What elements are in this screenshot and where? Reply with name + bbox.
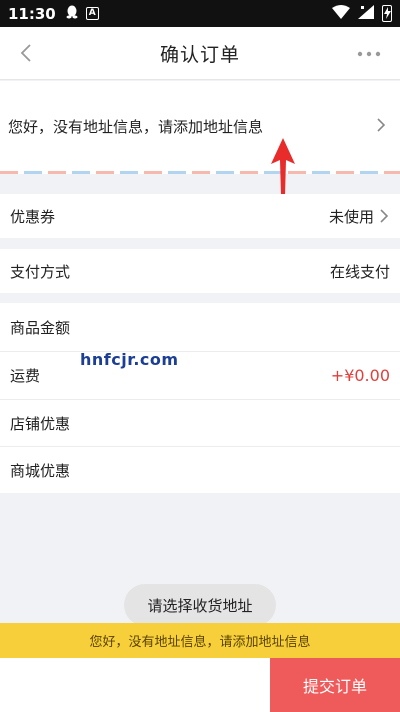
coupon-value: 未使用 xyxy=(329,206,390,227)
payment-label: 支付方式 xyxy=(10,262,71,281)
store-discount-label: 店铺优惠 xyxy=(10,414,71,433)
payment-value: 在线支付 xyxy=(329,262,390,281)
store-discount-row: 店铺优惠 xyxy=(0,400,400,446)
coupon-status: 未使用 xyxy=(328,207,374,226)
coupon-label: 优惠券 xyxy=(10,207,56,226)
chevron-right-icon xyxy=(380,209,389,223)
address-stripe-divider xyxy=(0,171,400,174)
mall-discount-label: 商城优惠 xyxy=(10,461,71,480)
submit-order-button[interactable]: 提交订单 xyxy=(270,658,400,712)
toast-message: 请选择收货地址 xyxy=(124,584,276,626)
wifi-icon xyxy=(332,4,350,23)
mall-discount-row: 商城优惠 xyxy=(0,447,400,493)
more-dots-icon xyxy=(357,51,381,57)
battery-charging-icon xyxy=(382,5,392,22)
goods-amount-row: 商品金额 xyxy=(0,303,400,351)
app-notification-icon: A xyxy=(85,7,99,20)
status-time: 11:30 xyxy=(8,4,56,23)
nav-bar: 确认订单 xyxy=(0,27,400,80)
status-bar: 11:30 A xyxy=(0,0,400,27)
qq-penguin-icon xyxy=(66,5,78,22)
address-prompt: 您好，没有地址信息，请添加地址信息 xyxy=(8,118,264,136)
chevron-left-icon xyxy=(20,44,31,62)
bottom-bar: 提交订单 xyxy=(0,658,400,712)
signal-icon xyxy=(358,4,374,23)
address-notice-bar: 您好，没有地址信息，请添加地址信息 xyxy=(0,623,400,658)
chevron-right-icon xyxy=(374,115,388,135)
more-button[interactable] xyxy=(356,46,382,60)
watermark: hnfcjr.com xyxy=(80,350,179,369)
goods-amount-label: 商品金额 xyxy=(10,318,71,337)
shipping-value: +¥0.00 xyxy=(330,366,390,385)
payment-method-row[interactable]: 支付方式 在线支付 xyxy=(0,249,400,293)
coupon-row[interactable]: 优惠券 未使用 xyxy=(0,194,400,238)
back-button[interactable] xyxy=(14,40,40,66)
shipping-label: 运费 xyxy=(10,367,41,385)
address-selector[interactable]: 您好，没有地址信息，请添加地址信息 xyxy=(0,81,400,174)
shipping-row: 运费 +¥0.00 xyxy=(0,352,400,399)
page-title: 确认订单 xyxy=(159,43,240,66)
status-right-icons xyxy=(332,4,392,23)
